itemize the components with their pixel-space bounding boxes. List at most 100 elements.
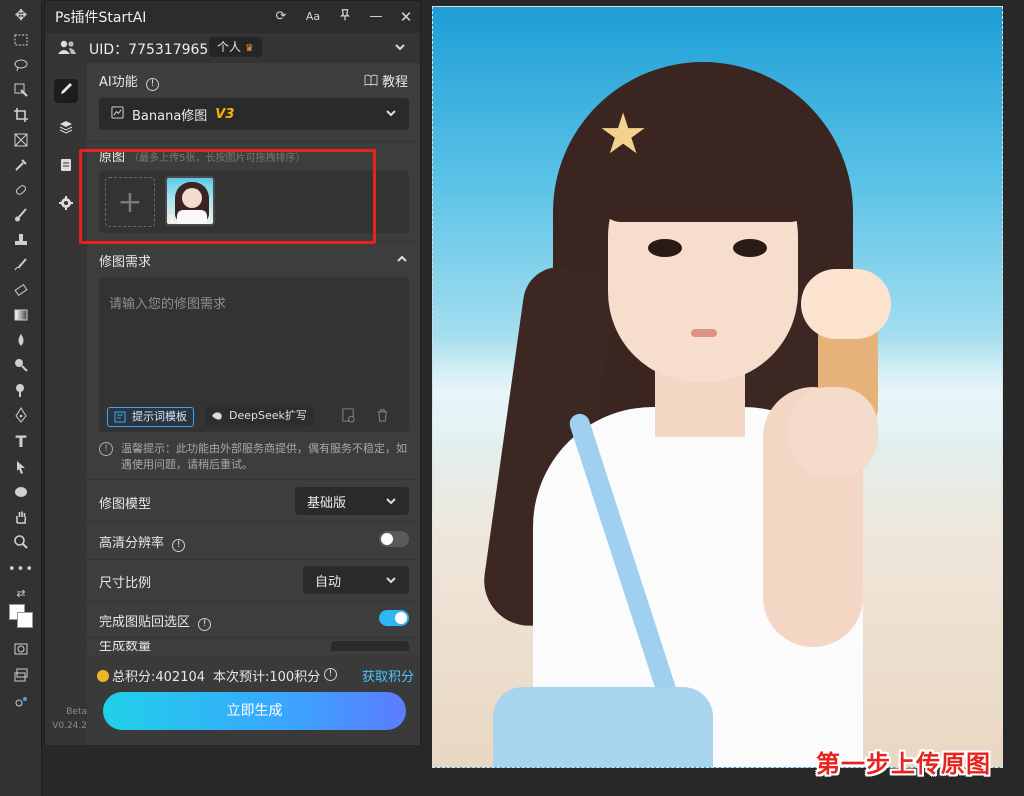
users-icon [57,39,77,59]
count-row: 生成数量 [87,641,420,651]
version-stage: Beta [66,707,87,717]
pin-icon[interactable] [336,8,354,26]
close-icon[interactable]: ✕ [397,8,415,26]
screen-mode-icon[interactable] [9,664,33,686]
font-size-icon[interactable]: Aa [304,8,322,26]
divider [87,559,420,560]
side-nav-edit[interactable] [54,79,78,103]
hand-tool-icon[interactable] [9,506,33,528]
trash-icon[interactable] [375,408,390,427]
pen-tool-icon[interactable] [9,404,33,426]
service-tip: 温馨提示：此功能由外部服务商提供，偶有服务不稳定，如遇使用问题，请稍后重试。 [121,442,407,471]
version-tag: V3 [215,106,235,122]
divider [87,141,420,142]
history-brush-tool-icon[interactable] [9,254,33,276]
type-tool-icon[interactable]: T [9,431,33,453]
stamp-tool-icon[interactable] [9,229,33,251]
frame-tool-icon[interactable] [9,129,33,151]
chevron-down-icon [386,577,396,584]
lasso-tool-icon[interactable] [9,54,33,76]
collapse-chevron-up-icon[interactable] [396,253,408,269]
brush-tool-icon[interactable] [9,204,33,226]
hd-label: 高清分辨率 ! [99,532,186,552]
user-bar-chevron-down-icon[interactable] [394,41,406,57]
tutorial-link[interactable]: 教程 [364,71,408,90]
info-icon[interactable]: ! [198,618,212,631]
more-tools-icon[interactable]: ••• [8,558,33,580]
refresh-icon[interactable]: ⟳ [272,8,290,26]
prompt-history-icon[interactable] [341,408,356,427]
ai-function-label-text: AI功能 [99,75,138,90]
get-points-link[interactable]: 获取积分 [362,666,414,685]
object-select-tool-icon[interactable] [9,79,33,101]
panel-footer: 总积分:402104 本次预计:100积分 ! 获取积分 立即生成 [87,655,420,745]
canvas-photo: ★ [433,7,1002,767]
generate-button[interactable]: 立即生成 [103,692,406,730]
info-icon[interactable]: ! [172,539,186,552]
estimated-points: 本次预计:100积分 [213,670,321,685]
brush-edit-icon [58,81,74,101]
minimize-icon[interactable]: — [367,8,385,26]
prompt-placeholder: 请输入您的修图需求 [109,297,227,312]
ratio-select[interactable]: 自动 [303,566,409,594]
template-icon [114,411,126,423]
crown-icon: ♛ [244,43,254,54]
model-select-value: 基础版 [307,495,347,511]
prompt-template-button[interactable]: 提示词模板 [107,407,194,427]
warning-info-icon: ! [99,442,113,456]
count-select[interactable] [331,641,409,651]
info-icon[interactable]: ! [324,668,337,681]
prompt-label: 修图需求 [99,255,152,270]
deepseek-icon [212,412,222,420]
image-edit-icon [111,105,124,123]
prompt-textarea[interactable]: 请输入您的修图需求 提示词模板 DeepSeek扩写 [99,277,409,432]
ai-tool-select[interactable]: Banana修图 V3 [99,98,409,130]
hd-label-text: 高清分辨率 [99,536,165,551]
document-icon [58,157,74,177]
model-select[interactable]: 基础版 [295,487,409,515]
divider [87,479,420,480]
starfish-hairclip-icon: ★ [598,102,649,167]
eyedropper-tool-icon[interactable] [9,154,33,176]
chevron-down-icon [386,498,396,505]
ratio-label: 尺寸比例 [99,576,152,591]
deepseek-expand-button[interactable]: DeepSeek扩写 [205,407,313,427]
eraser-tool-icon[interactable] [9,279,33,301]
divider [87,601,420,602]
dodge-tool-icon[interactable] [9,354,33,376]
path-select-tool-icon[interactable] [9,456,33,478]
blur-tool-icon[interactable] [9,329,33,351]
move-tool-icon[interactable]: ✥ [9,4,33,26]
healing-brush-tool-icon[interactable] [9,179,33,201]
document-canvas[interactable]: ★ [432,6,1003,768]
model-label: 修图模型 [99,497,152,512]
side-nav-settings[interactable] [54,193,78,217]
zoom-lens-tool-icon[interactable] [9,379,33,401]
photoshop-toolbar: ✥ T ••• ⇄ [0,0,42,796]
plan-badge-label: 个人 [217,40,242,54]
background-color-swatch[interactable] [17,612,33,628]
hd-toggle[interactable] [379,531,409,547]
gradient-tool-icon[interactable] [9,304,33,326]
marquee-tool-icon[interactable] [9,29,33,51]
count-label: 生成数量 [99,641,152,651]
template-button-label: 提示词模板 [132,410,187,423]
divider [87,521,420,522]
ai-function-label: AI功能 ! [99,71,159,91]
ai-tool-select-value: Banana修图 [132,108,208,124]
swap-colors-icon[interactable]: ⇄ [9,582,33,604]
ellipse-tool-icon[interactable] [9,481,33,503]
paste-back-label: 完成图贴回选区 ! [99,611,212,631]
panel-titlebar: Ps插件StartAI ⟳ Aa — ✕ [45,1,420,33]
paste-back-label-text: 完成图贴回选区 [99,615,191,630]
version-number: V0.24.2 [52,721,87,731]
zoom-tool-icon[interactable] [9,531,33,553]
gear-icon [58,195,74,215]
side-nav-history[interactable] [54,155,78,179]
ratio-select-value: 自动 [315,574,342,590]
crop-tool-icon[interactable] [9,104,33,126]
quick-mask-icon[interactable] [9,638,33,660]
paste-back-toggle[interactable] [379,610,409,626]
side-nav-layers[interactable] [54,117,78,141]
info-icon[interactable]: ! [145,78,159,91]
